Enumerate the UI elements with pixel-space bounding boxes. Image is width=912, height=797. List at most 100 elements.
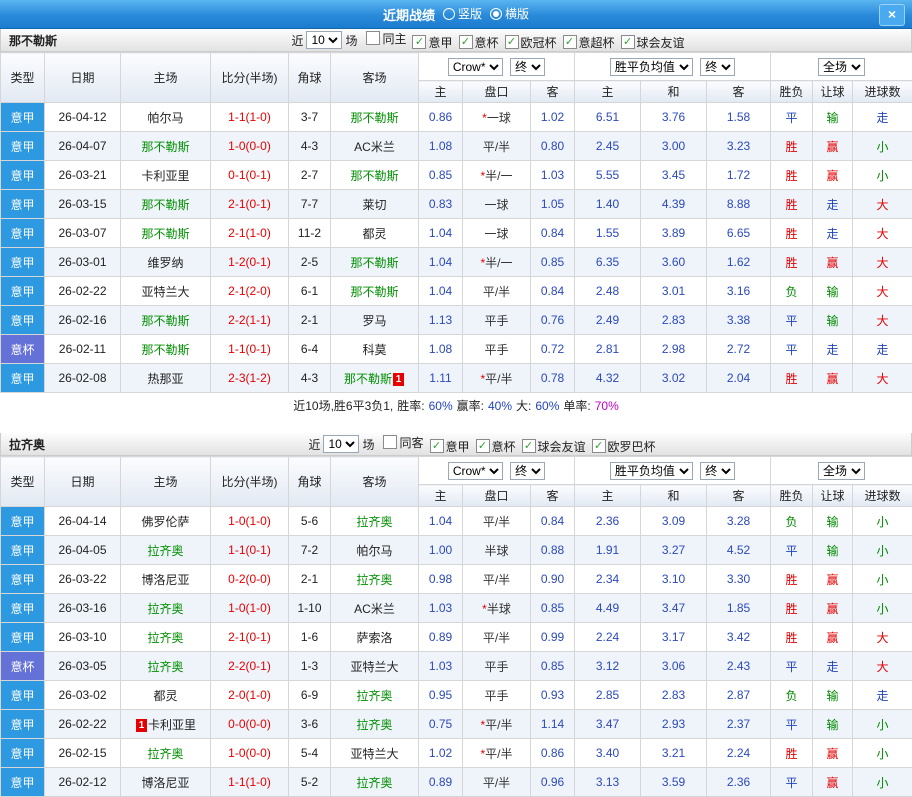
cell-home-team: 都灵 <box>121 681 211 710</box>
cell-score: 0-0(0-0) <box>211 710 289 739</box>
cell-date: 26-04-14 <box>45 507 121 536</box>
checkbox-label: 同客 <box>399 434 423 451</box>
match-row: 意甲26-03-15那不勒斯2-1(0-1)7-7莱切0.83一球1.051.4… <box>1 190 912 219</box>
filter-checkbox[interactable]: ✓欧罗巴杯 <box>592 438 656 455</box>
europe-stage-select[interactable]: 终 <box>700 58 735 76</box>
radio-icon[interactable] <box>443 8 455 20</box>
cell-away-team: 帕尔马 <box>331 536 419 565</box>
cell-handicap-result: 输 <box>813 536 853 565</box>
cell-away-team: 萨索洛 <box>331 623 419 652</box>
cell-handicap: 平/半 <box>463 565 531 594</box>
checkbox-box[interactable] <box>366 31 380 45</box>
odds-company-select[interactable]: Crow* <box>448 462 503 480</box>
checkbox-box[interactable] <box>383 435 397 449</box>
filter-checkbox[interactable]: ✓意杯 <box>459 34 499 51</box>
cell-eu-away: 1.72 <box>707 161 771 190</box>
filter-checkbox[interactable]: ✓意甲 <box>430 438 470 455</box>
scope-select[interactable]: 全场 <box>818 462 865 480</box>
checkbox-box[interactable]: ✓ <box>459 35 473 49</box>
cell-eu-away: 3.16 <box>707 277 771 306</box>
cell-result: 胜 <box>771 364 813 393</box>
europe-metric-select[interactable]: 胜平负均值 <box>610 58 693 76</box>
summary-prefix: 近10场,胜6平3负1, <box>293 399 393 413</box>
cell-date: 26-03-02 <box>45 681 121 710</box>
cell-eu-away: 3.38 <box>707 306 771 335</box>
handicap-star: * <box>480 718 485 732</box>
europe-stage-select[interactable]: 终 <box>700 462 735 480</box>
checkbox-box[interactable]: ✓ <box>563 35 577 49</box>
team-name-text: 拉齐奥 <box>147 602 183 616</box>
team-name-text: 拉齐奥 <box>356 515 392 529</box>
filter-checkbox[interactable]: ✓球会友谊 <box>621 34 685 51</box>
cell-asia-home-odds: 0.89 <box>419 623 463 652</box>
cell-eu-away: 3.28 <box>707 507 771 536</box>
cell-competition: 意甲 <box>1 248 45 277</box>
odds-stage-select[interactable]: 终 <box>510 462 545 480</box>
cell-competition: 意甲 <box>1 536 45 565</box>
match-row: 意甲26-02-15拉齐奥1-0(0-0)5-4亚特兰大1.02*平/半0.86… <box>1 739 912 768</box>
filter-bar: 近 10 场 同客✓意甲✓意杯✓球会友谊✓欧罗巴杯 <box>308 434 655 455</box>
checkbox-box[interactable]: ✓ <box>430 439 444 453</box>
cell-handicap-result: 赢 <box>813 248 853 277</box>
cell-date: 26-02-15 <box>45 739 121 768</box>
odds-company-select[interactable]: Crow* <box>448 58 503 76</box>
cell-asia-home-odds: 0.85 <box>419 161 463 190</box>
layout-radio-option[interactable]: 横版 <box>490 5 529 22</box>
cell-asia-home-odds: 0.89 <box>419 768 463 797</box>
filter-checkbox[interactable]: ✓球会友谊 <box>522 438 586 455</box>
cell-handicap-result: 走 <box>813 335 853 364</box>
cell-home-team: 那不勒斯 <box>121 306 211 335</box>
subcol-handicap-result: 让球 <box>813 485 853 507</box>
team-name-text: 帕尔马 <box>356 544 392 558</box>
cell-home-team: 佛罗伦萨 <box>121 507 211 536</box>
cell-result: 负 <box>771 277 813 306</box>
cell-away-team: 罗马 <box>331 306 419 335</box>
cell-handicap: *半/一 <box>463 248 531 277</box>
cell-eu-home: 2.34 <box>575 565 641 594</box>
filter-checkbox[interactable]: 同主 <box>366 30 406 47</box>
odds-stage-select[interactable]: 终 <box>510 58 545 76</box>
cell-handicap: *平/半 <box>463 364 531 393</box>
recent-count-select[interactable]: 10 <box>306 31 342 49</box>
scope-controls: 全场 <box>771 53 912 81</box>
cell-eu-away: 1.62 <box>707 248 771 277</box>
cell-goals-result: 小 <box>853 739 912 768</box>
filter-checkbox[interactable]: ✓意杯 <box>476 438 516 455</box>
europe-metric-select[interactable]: 胜平负均值 <box>610 462 693 480</box>
cell-eu-draw: 2.98 <box>641 335 707 364</box>
team-name-text: 那不勒斯 <box>350 111 398 125</box>
checkbox-box[interactable]: ✓ <box>522 439 536 453</box>
cell-goals-result: 大 <box>853 248 912 277</box>
cell-away-team: 拉齐奥 <box>331 565 419 594</box>
close-button[interactable]: × <box>879 4 905 26</box>
checkbox-label: 欧罗巴杯 <box>608 438 656 455</box>
cell-competition: 意甲 <box>1 103 45 132</box>
filter-checkbox[interactable]: 同客 <box>383 434 423 451</box>
layout-radio-option[interactable]: 竖版 <box>443 5 482 22</box>
team-header: 拉齐奥 近 10 场 同客✓意甲✓意杯✓球会友谊✓欧罗巴杯 <box>0 433 912 456</box>
cell-eu-home: 1.91 <box>575 536 641 565</box>
filter-checkbox[interactable]: ✓意超杯 <box>563 34 615 51</box>
checkbox-box[interactable]: ✓ <box>621 35 635 49</box>
scope-select[interactable]: 全场 <box>818 58 865 76</box>
cell-corners: 2-7 <box>289 161 331 190</box>
team-name-text: 拉齐奥 <box>147 631 183 645</box>
subcol-goals: 进球数 <box>853 81 912 103</box>
cell-eu-away: 2.43 <box>707 652 771 681</box>
checkbox-label: 意杯 <box>475 34 499 51</box>
col-date: 日期 <box>45 457 121 507</box>
cell-score: 1-1(1-0) <box>211 768 289 797</box>
checkbox-box[interactable]: ✓ <box>412 35 426 49</box>
checkbox-box[interactable]: ✓ <box>505 35 519 49</box>
radio-icon[interactable] <box>490 8 502 20</box>
checkbox-box[interactable]: ✓ <box>476 439 490 453</box>
subcol-eu-draw: 和 <box>641 485 707 507</box>
filter-checkbox[interactable]: ✓意甲 <box>412 34 452 51</box>
checkbox-label: 球会友谊 <box>538 438 586 455</box>
cell-score: 1-0(0-0) <box>211 132 289 161</box>
cell-score: 2-1(0-1) <box>211 623 289 652</box>
recent-count-select[interactable]: 10 <box>323 435 359 453</box>
checkbox-box[interactable]: ✓ <box>592 439 606 453</box>
filter-checkbox[interactable]: ✓欧冠杯 <box>505 34 557 51</box>
cell-goals-result: 小 <box>853 507 912 536</box>
